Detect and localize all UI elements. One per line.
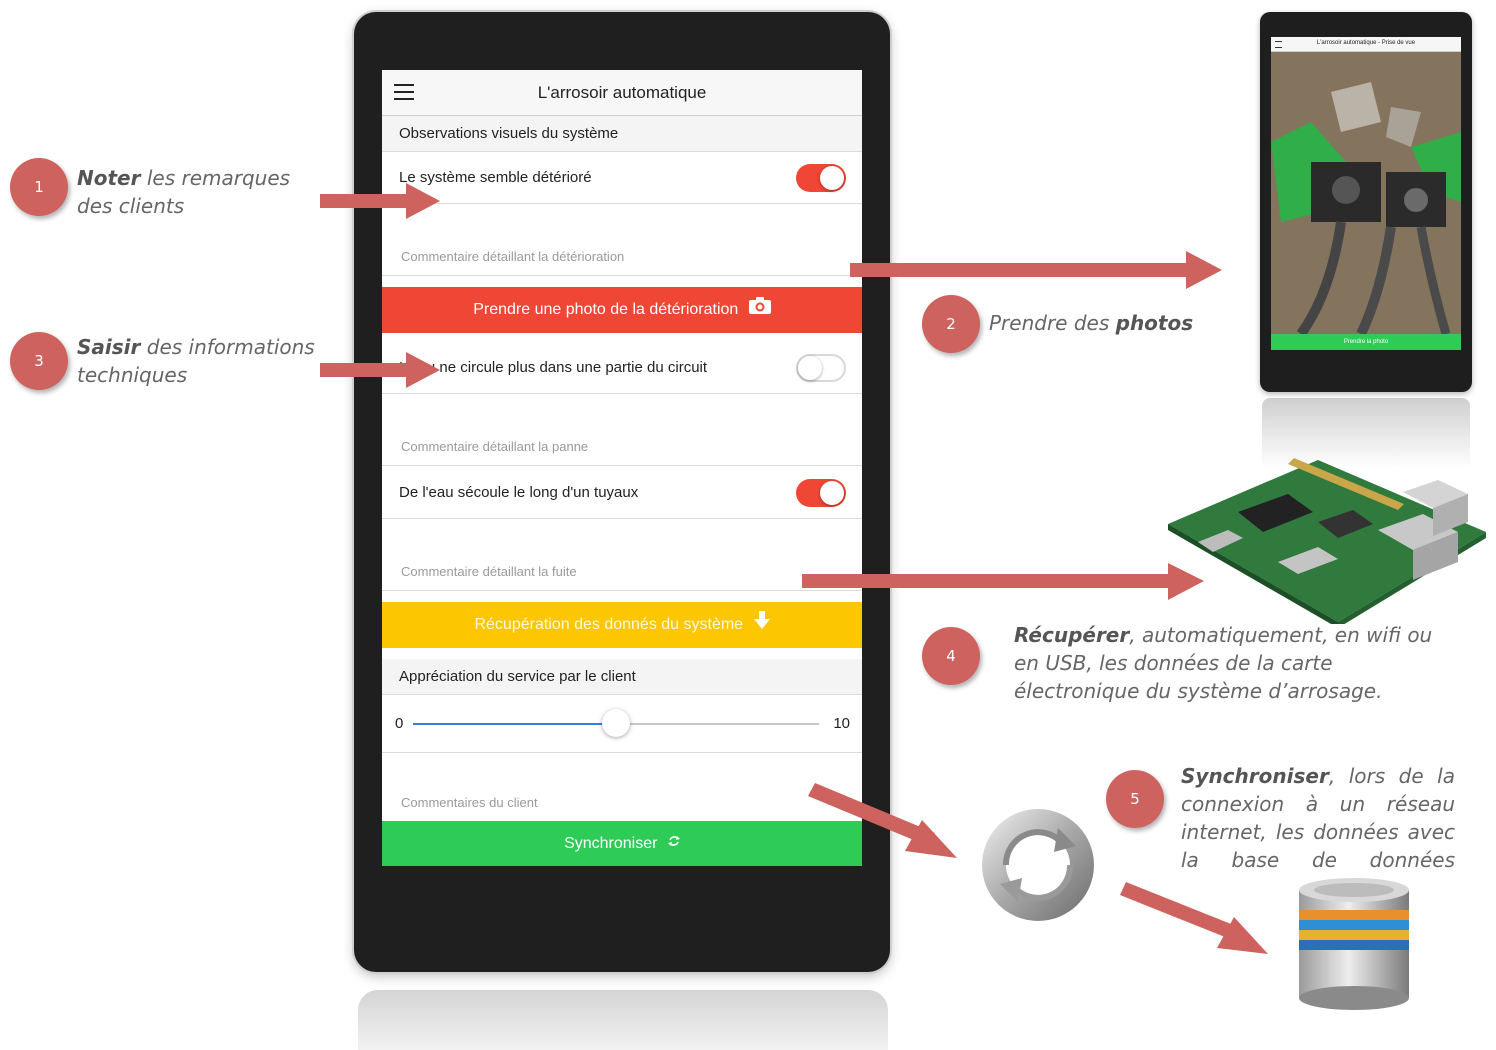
callout-2-pre: Prendre des xyxy=(989,311,1116,335)
callout-badge-1: 1 xyxy=(10,158,68,216)
callout-badge-5: 5 xyxy=(1106,770,1164,828)
callout-4-bold: Récupérer xyxy=(1014,623,1130,647)
callout-1-bold: Noter xyxy=(77,166,141,190)
callout-badge-4: 4 xyxy=(922,627,980,685)
callout-1-text: Noter les remarques des clients xyxy=(77,164,317,220)
callout-3-bold: Saisir xyxy=(77,335,141,359)
callout-5-bold: Synchroniser xyxy=(1181,764,1329,788)
callout-5-text: Synchroniser, lors de la connexion à un … xyxy=(1181,762,1455,874)
irrigation-box-photo xyxy=(1271,52,1461,334)
callout-2-bold: photos xyxy=(1115,311,1194,335)
callout-badge-2: 2 xyxy=(922,295,980,353)
refresh-globe-icon xyxy=(982,809,1094,921)
secondary-phone-header: L'arrosoir automatique - Prise de vue xyxy=(1271,37,1461,52)
secondary-take-photo-button[interactable]: Prendre la photo xyxy=(1271,334,1461,350)
secondary-phone-title: L'arrosoir automatique - Prise de vue xyxy=(1316,40,1416,46)
callout-4-text: Récupérer, automatiquement, en wifi ou e… xyxy=(1014,621,1444,705)
database-icon xyxy=(1299,878,1409,1010)
secondary-phone-screen: L'arrosoir automatique - Prise de vue Pr… xyxy=(1271,37,1461,350)
secondary-take-photo-label: Prendre la photo xyxy=(1343,339,1389,345)
callout-2-text: Prendre des photos xyxy=(989,309,1249,337)
callout-badge-3: 3 xyxy=(10,332,68,390)
circuit-board-icon xyxy=(1168,458,1486,624)
callout-3-text: Saisir des informations techniques xyxy=(77,333,347,389)
